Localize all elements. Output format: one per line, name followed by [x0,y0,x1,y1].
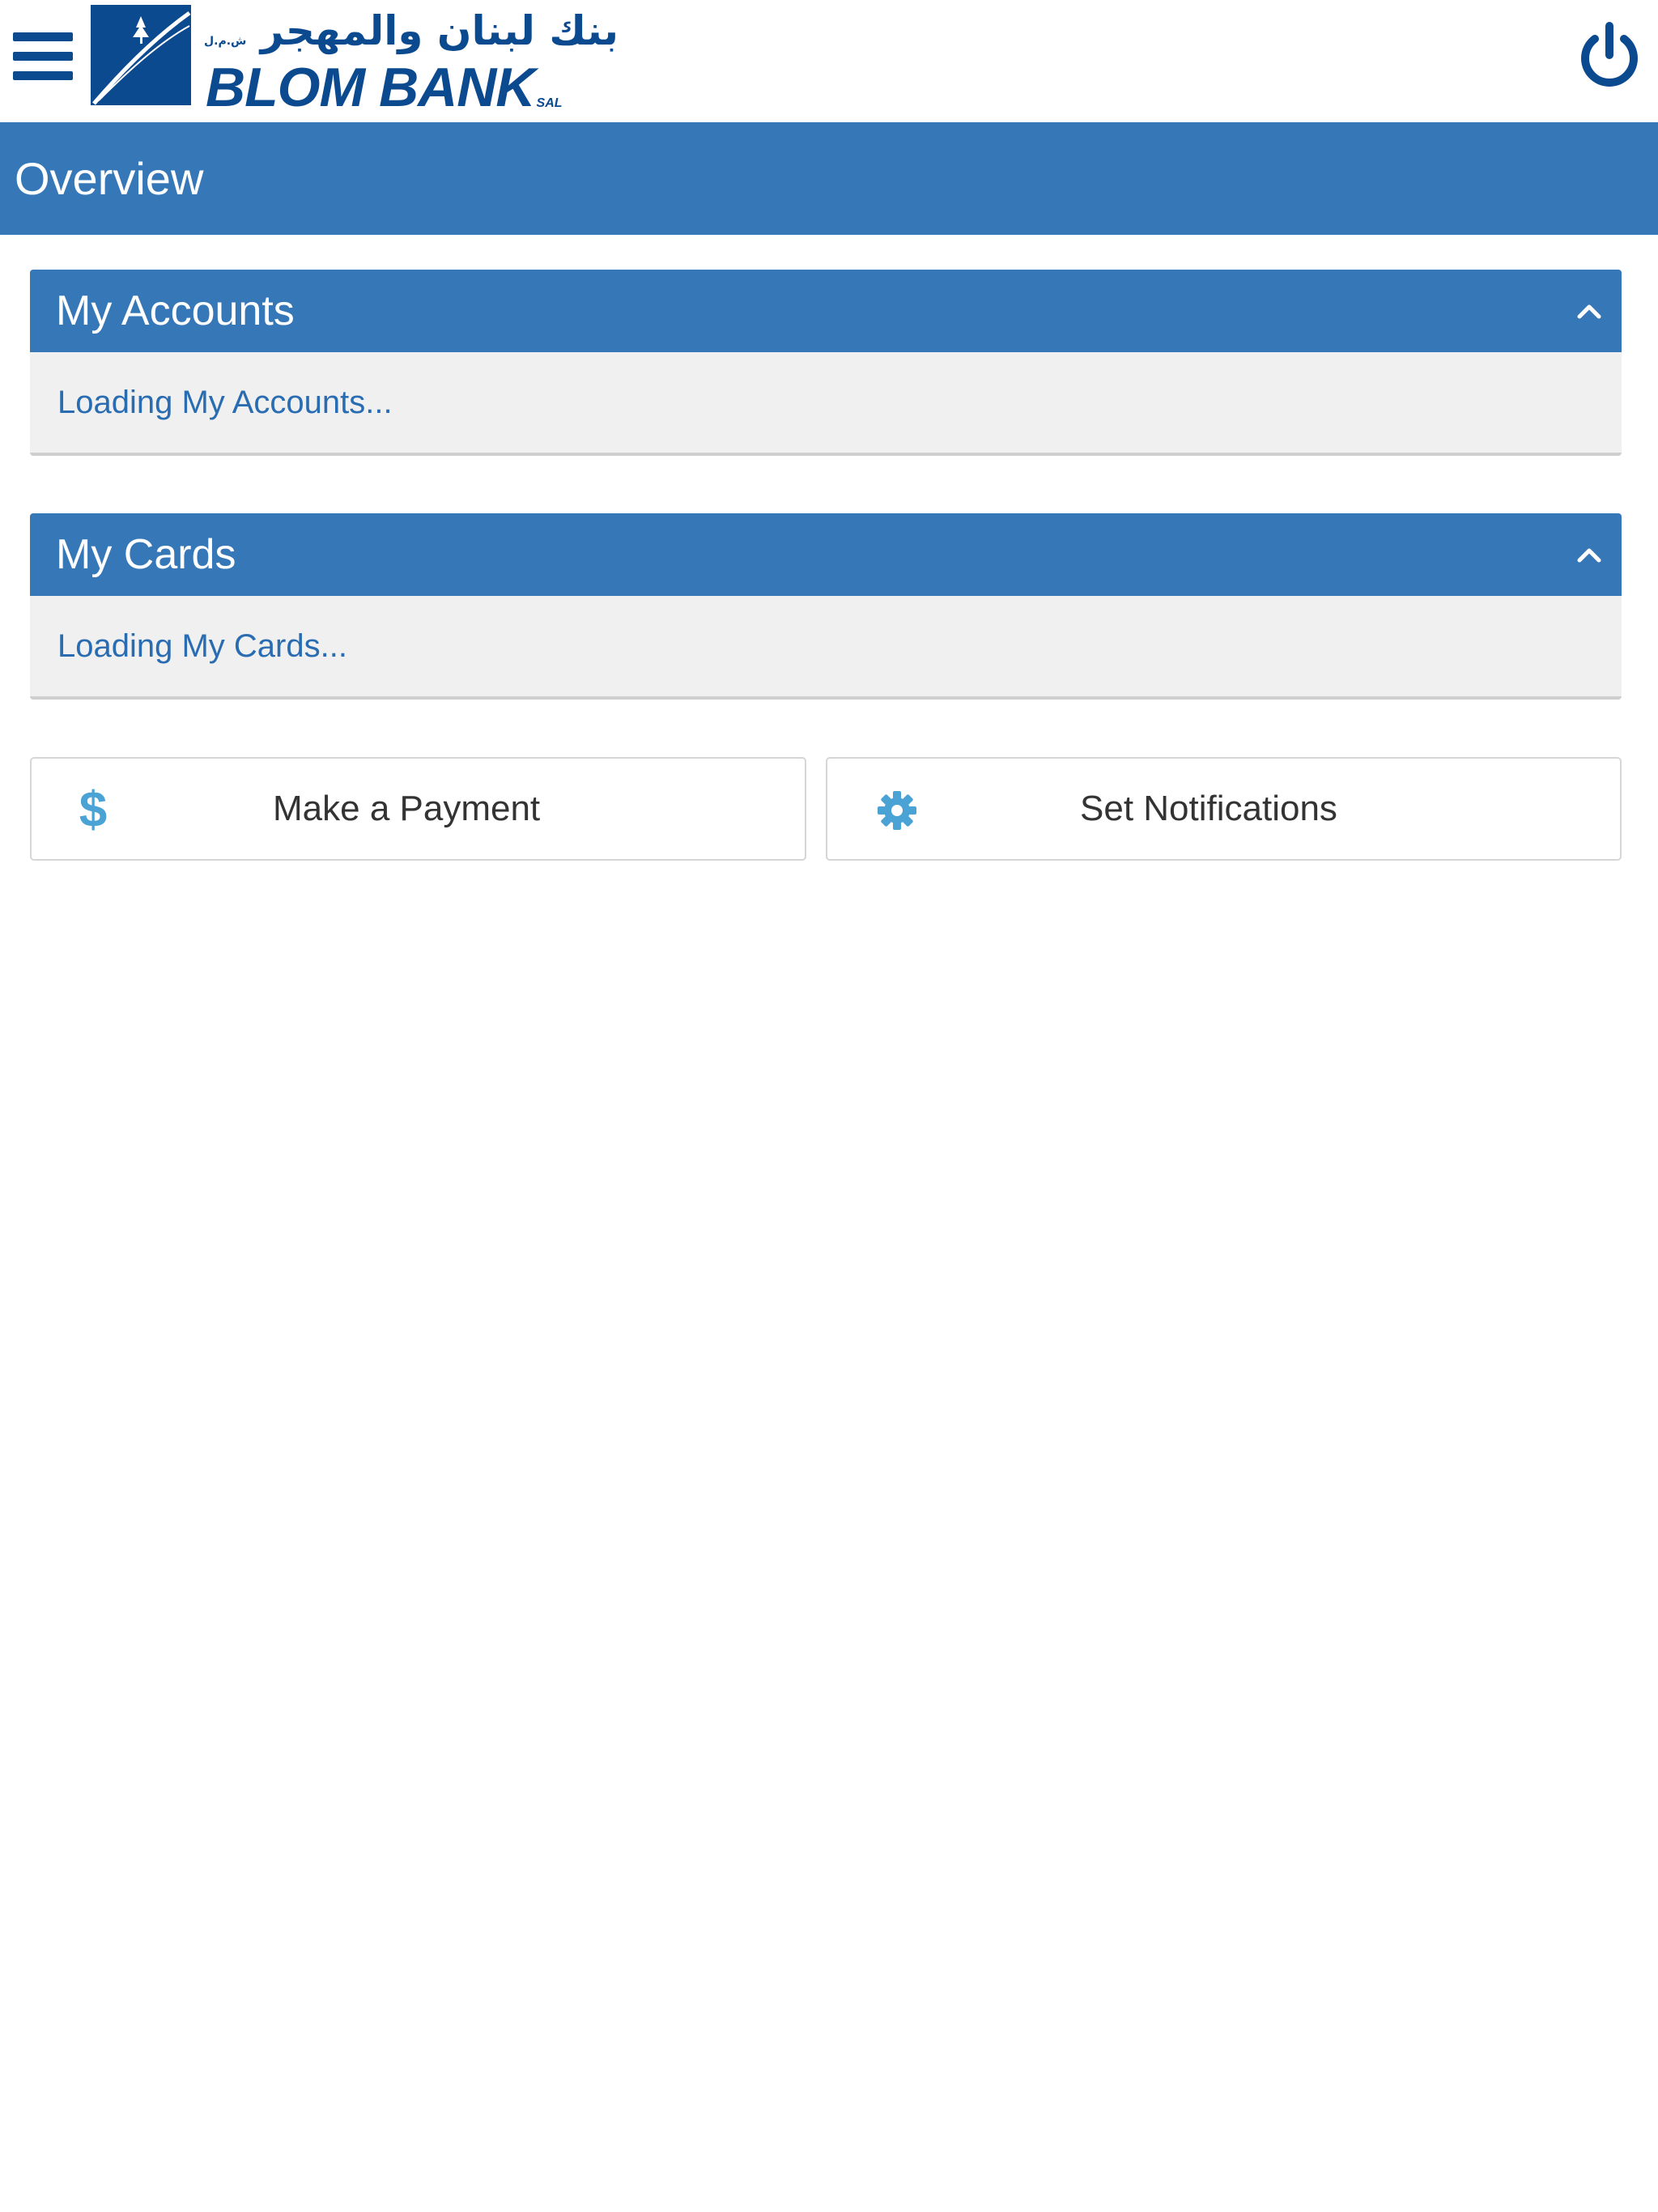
power-icon[interactable] [1574,19,1645,91]
blom-bank-logo: بنك لبنان والمهجر ش.م.ل BLOM BANK SAL [91,5,619,115]
page-title: Overview [0,122,1658,235]
logo-latin-name: BLOM BANK SAL [206,58,563,115]
my-cards-title: My Cards [56,531,236,578]
my-cards-loading-text: Loading My Cards... [30,596,1622,700]
logo-arabic-suffix: ش.م.ل [204,35,247,48]
gear-icon [876,789,918,832]
hamburger-menu-icon[interactable] [10,28,78,86]
my-cards-header[interactable]: My Cards [30,513,1622,596]
logo-arabic-text: بنك لبنان والمهجر [260,7,619,54]
set-notifications-button[interactable]: Set Notifications [826,757,1622,861]
logo-latin-suffix: SAL [536,96,563,110]
top-bar: بنك لبنان والمهجر ش.م.ل BLOM BANK SAL [0,0,1658,122]
svg-text:$: $ [79,783,107,835]
make-a-payment-label: Make a Payment [273,789,541,828]
logo-latin-text: BLOM BANK [206,57,536,118]
dollar-icon: $ [77,782,109,838]
chevron-up-icon[interactable] [1575,541,1604,570]
my-cards-panel: My Cards Loading My Cards... [30,513,1622,700]
chevron-up-icon[interactable] [1575,297,1604,326]
logo-emblem-icon [91,5,191,105]
set-notifications-label: Set Notifications [1080,789,1337,828]
logo-arabic-name: بنك لبنان والمهجر ش.م.ل [204,5,619,57]
my-accounts-loading-text: Loading My Accounts... [30,352,1622,456]
make-a-payment-button[interactable]: $ Make a Payment [30,757,806,861]
my-accounts-panel: My Accounts Loading My Accounts... [30,270,1622,456]
my-accounts-header[interactable]: My Accounts [30,270,1622,352]
my-accounts-title: My Accounts [56,287,295,334]
